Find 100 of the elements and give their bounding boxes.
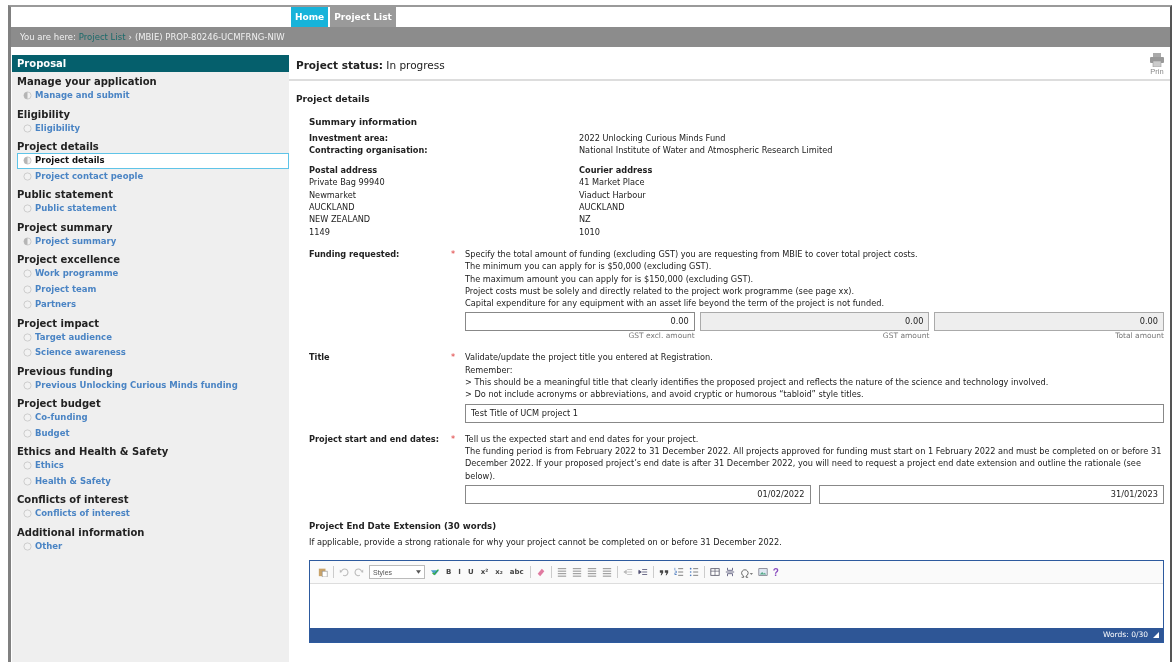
special-character-icon[interactable] <box>739 568 753 579</box>
help-text: Capital expenditure for any equipment with an asset life beyond the term of the project is not funded. <box>465 297 885 310</box>
address-line: 41 Market Place <box>579 176 646 189</box>
sidebar-heading: Public statement <box>17 189 114 201</box>
sidebar-heading: Manage your application <box>17 76 158 88</box>
title-field[interactable]: Test Title of UCM project 1 <box>465 403 1164 423</box>
address-title: Postal address <box>309 164 379 177</box>
field-label: Investment area: <box>309 131 390 144</box>
indent-icon[interactable] <box>637 567 648 578</box>
sidebar-item[interactable]: Work programme <box>17 266 289 282</box>
end-date-field[interactable]: 31/01/2023 <box>818 484 1164 504</box>
sidebar-item[interactable]: Health & Safety <box>17 473 289 489</box>
help-button[interactable]: ? <box>772 566 779 578</box>
redo-icon[interactable] <box>354 567 364 578</box>
sidebar-heading: Project impact <box>17 317 100 330</box>
sidebar-item[interactable]: Target audience <box>17 329 289 345</box>
field-value: National Institute of Water and Atmospheric Research Limited <box>579 143 834 157</box>
sidebar-heading: Project excellence <box>17 254 121 266</box>
amount-field[interactable]: 0.00 <box>465 312 695 332</box>
sidebar-item[interactable]: Project summary <box>17 233 289 249</box>
section-title: Project details <box>296 93 371 106</box>
project-status: Project status: In progress <box>296 58 445 71</box>
address-line: Private Bag 99940 <box>309 176 386 189</box>
address-line: Viaduct Harbour <box>579 188 647 202</box>
address-line: 1010 <box>579 225 601 238</box>
sidebar-heading: Ethics and Health & Safety <box>17 446 170 458</box>
help-text: The maximum amount you can apply for is $150,000 (excluding GST). <box>465 272 755 285</box>
sidebar-item[interactable]: Budget <box>17 425 289 441</box>
summary-title: Summary information <box>309 116 419 129</box>
sidebar-item[interactable]: Ethics <box>17 458 289 474</box>
field-label: Project start and end dates: <box>309 432 440 446</box>
paste-icon[interactable] <box>318 567 328 578</box>
sidebar-heading: Project summary <box>17 221 114 234</box>
help-text: > This should be a meaningful title that clearly identifies the proposed project and reflects the nature of the science and technology involved. <box>465 376 1050 389</box>
eraser-icon[interactable] <box>535 567 546 578</box>
help-text: Tell us the expected start and end dates for your project. <box>465 432 700 445</box>
sidebar-item[interactable]: Conflicts of interest <box>17 506 289 522</box>
required-marker: * <box>451 433 456 444</box>
quote-icon[interactable] <box>658 567 669 578</box>
required-marker: * <box>451 248 456 259</box>
amount-field: 0.00 <box>934 312 1164 332</box>
sidebar-item[interactable]: Project details <box>17 153 289 169</box>
resize-handle-icon[interactable] <box>1153 632 1159 639</box>
field-label: Title <box>309 351 331 365</box>
address-line: 1149 <box>309 225 331 238</box>
nav-tab[interactable]: Home <box>291 7 329 27</box>
align-icon[interactable] <box>586 567 597 578</box>
sidebar-item[interactable]: Other <box>17 538 289 554</box>
align-icon[interactable] <box>601 567 612 578</box>
align-icon[interactable] <box>571 567 582 578</box>
sidebar-item[interactable]: Partners <box>17 297 289 313</box>
breadcrumb-separator: › <box>128 32 132 42</box>
address-line: NZ <box>579 213 592 226</box>
address-line: Newmarket <box>309 188 357 202</box>
help-text: The minimum you can apply for is $50,000 (excluding GST). <box>465 260 713 273</box>
sidebar-heading: Additional information <box>17 526 146 539</box>
help-text: Specify the total amount of funding (excluding GST) you are requesting from MBIE to cover total project costs. <box>465 247 919 261</box>
address-line: NEW ZEALAND <box>309 213 372 226</box>
address-line: AUCKLAND <box>309 201 356 214</box>
breadcrumb-prefix: You are here: <box>20 32 76 42</box>
align-icon[interactable] <box>556 567 567 578</box>
address-title: Courier address <box>579 164 654 177</box>
sidebar-title: Proposal <box>12 55 289 72</box>
start-date-field[interactable]: 01/02/2022 <box>465 484 811 504</box>
help-text: Validate/update the project title you entered at Registration. <box>465 351 714 364</box>
image-icon[interactable] <box>757 567 768 578</box>
page-break-icon[interactable] <box>724 567 735 578</box>
sidebar-heading: Conflicts of interest <box>17 494 130 506</box>
sidebar-heading: Eligibility <box>17 108 71 121</box>
extension-title: Project End Date Extension (30 words) <box>309 519 498 533</box>
numbered-list-icon[interactable] <box>673 567 684 578</box>
undo-icon[interactable] <box>339 567 349 578</box>
field-label: Contracting organisation: <box>309 143 429 157</box>
amount-field: 0.00 <box>699 312 930 332</box>
caret-icon[interactable] <box>416 570 421 575</box>
nav-tab[interactable]: Project List <box>330 7 396 27</box>
help-text: The funding period is from February 2022 to 31 December 2022. All projects approved for funding must start on 1 February 2022 and must be completed on or before 31 December 2022. If your proposed project’s end date is after 31 December 2022, you will need to request a project end date extension and outline the rationale (see below). <box>465 444 1163 482</box>
help-text: Project costs must be solely and directly related to the project work programme (see page xx). <box>465 284 856 298</box>
spellcheck-icon[interactable] <box>430 567 440 578</box>
sidebar-item[interactable]: Project contact people <box>17 168 289 184</box>
sidebar-item[interactable]: Project team <box>17 281 289 297</box>
sidebar-item[interactable]: Previous Unlocking Curious Minds funding <box>17 377 289 393</box>
help-text: If applicable, provide a strong rationale for why your project cannot be completed on or before 31 December 2022. <box>309 536 783 549</box>
bullet-list-icon[interactable] <box>688 567 699 578</box>
outdent-icon[interactable] <box>622 567 633 578</box>
field-value: 2022 Unlocking Curious Minds Fund <box>579 131 727 144</box>
sidebar-item[interactable]: Eligibility <box>17 120 289 136</box>
breadcrumb-link[interactable]: Project List <box>78 32 126 42</box>
field-label: Funding requested: <box>309 247 401 261</box>
help-text: > Do not include acronyms or abbreviations, and avoid cryptic or humorous “tabloid” style titles. <box>465 388 865 401</box>
address-line: AUCKLAND <box>579 201 626 214</box>
sidebar-heading: Project budget <box>17 398 102 410</box>
help-text: Remember: <box>465 363 514 377</box>
sidebar-item[interactable]: Manage and submit <box>17 88 289 104</box>
sidebar-heading: Previous funding <box>17 365 114 378</box>
table-icon[interactable] <box>709 567 720 578</box>
sidebar-item[interactable]: Co-funding <box>17 410 289 426</box>
sidebar-heading: Project details <box>17 141 100 153</box>
sidebar-item[interactable]: Public statement <box>17 201 289 217</box>
sidebar-item[interactable]: Science awareness <box>17 345 289 361</box>
